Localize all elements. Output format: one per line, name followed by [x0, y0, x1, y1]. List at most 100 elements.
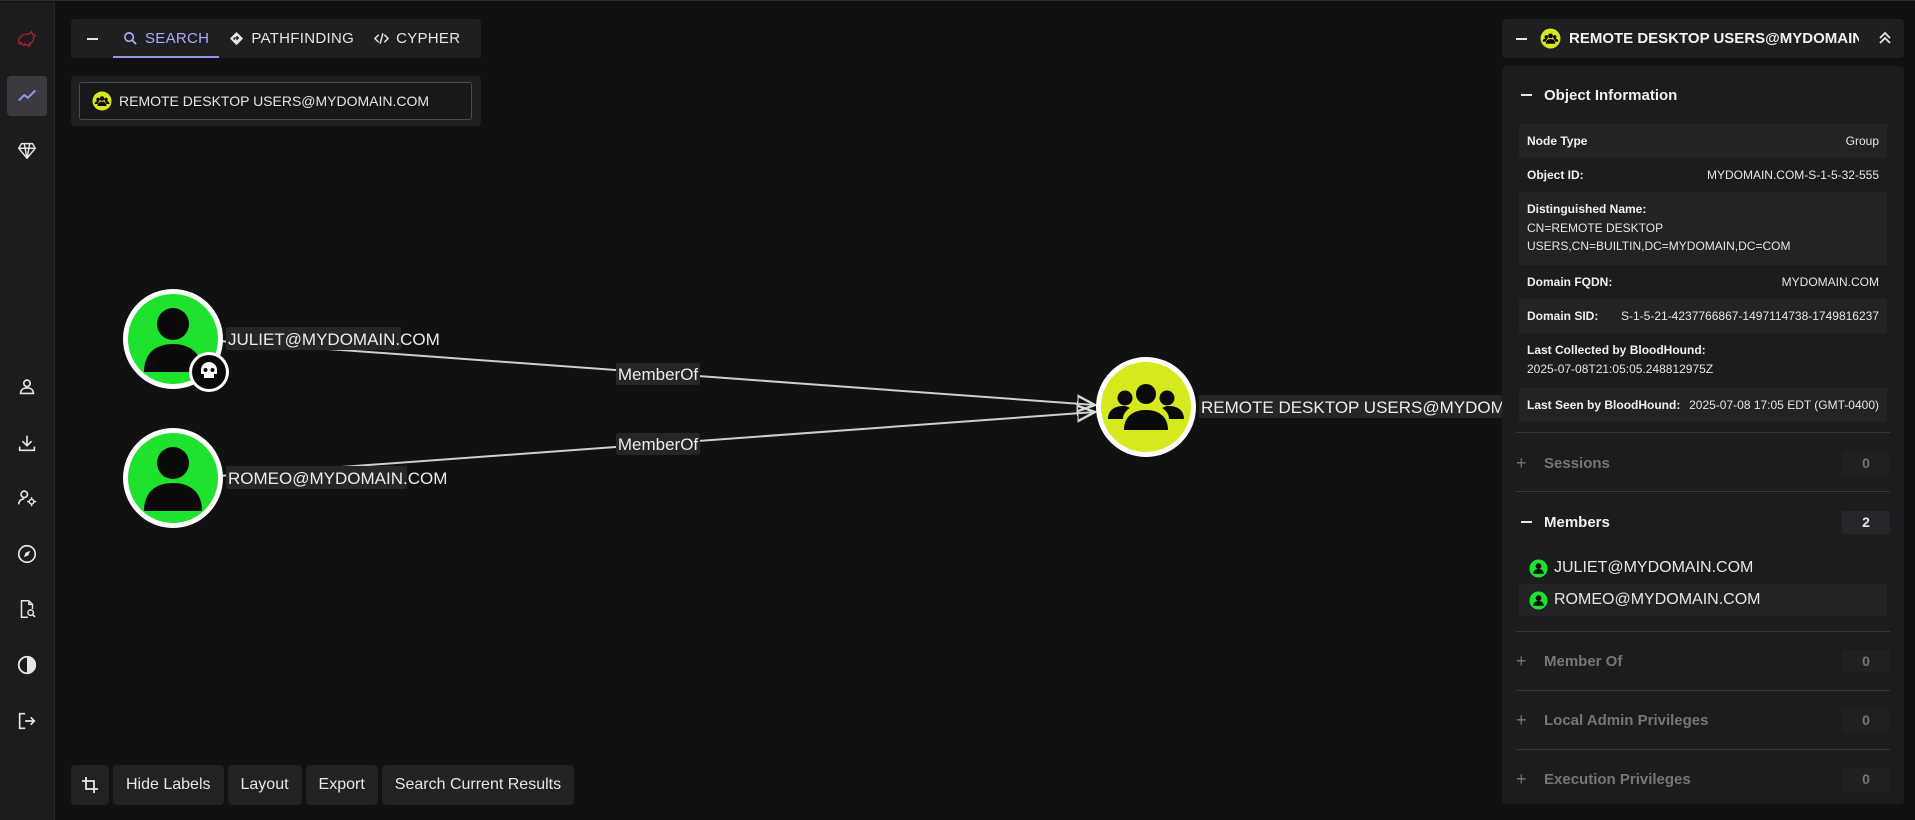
list-item[interactable]: ROMEO@MYDOMAIN.COM	[1519, 584, 1887, 616]
node-label: JULIET@MYDOMAIN.COM	[228, 330, 440, 349]
property-key: Node Type	[1527, 134, 1588, 148]
graph-node-group[interactable]: REMOTE DESKTOP USERS@MYDOMAIN.COM	[1096, 357, 1506, 457]
divider	[1516, 631, 1890, 632]
section-title: Member Of	[1544, 652, 1623, 670]
chevrons-up-icon[interactable]	[1876, 29, 1894, 47]
gem-icon[interactable]	[7, 131, 47, 171]
collapse-icon	[1516, 521, 1544, 523]
user-settings-icon[interactable]	[7, 478, 47, 518]
section-count: 2	[1842, 510, 1890, 534]
property-row: Object ID: MYDOMAIN.COM-S-1-5-32-555	[1519, 158, 1887, 192]
collapse-icon	[1516, 94, 1544, 96]
property-key: Last Seen by BloodHound:	[1527, 398, 1681, 412]
section-count: 0	[1842, 767, 1890, 791]
left-navigation	[0, 2, 55, 820]
property-row: Domain FQDN: MYDOMAIN.COM	[1519, 265, 1887, 299]
member-name: ROMEO@MYDOMAIN.COM	[1554, 591, 1761, 608]
expand-icon: +	[1516, 709, 1527, 730]
edge-label: MemberOf	[618, 365, 699, 384]
section-title: Object Information	[1544, 86, 1678, 104]
section-count: 0	[1842, 649, 1890, 673]
search-input[interactable]: REMOTE DESKTOP USERS@MYDOMAIN.COM	[79, 82, 472, 120]
layout-button[interactable]: Layout	[227, 765, 302, 805]
search-icon	[124, 32, 137, 45]
hide-labels-button[interactable]: Hide Labels	[113, 765, 224, 805]
tab-cypher[interactable]: CYPHER	[364, 19, 470, 58]
section-object-information[interactable]: Object Information	[1516, 75, 1890, 115]
tab-label: PATHFINDING	[251, 30, 355, 47]
property-value: 2025-07-08T21:05:05.248812975Z	[1527, 362, 1714, 376]
property-value: CN=REMOTE DESKTOP USERS,CN=BUILTIN,DC=MY…	[1527, 221, 1791, 253]
divider	[1516, 690, 1890, 691]
expand-icon: +	[1516, 768, 1527, 789]
collapse-search-button[interactable]	[71, 19, 113, 58]
divider	[1516, 491, 1890, 492]
group-node-icon	[1540, 28, 1561, 49]
explore-graph-icon[interactable]	[7, 76, 47, 116]
section-title: Sessions	[1544, 454, 1610, 472]
expand-icon: +	[1516, 650, 1527, 671]
search-query-text: REMOTE DESKTOP USERS@MYDOMAIN.COM	[119, 93, 430, 109]
export-button[interactable]: Export	[305, 765, 378, 805]
search-panel: REMOTE DESKTOP USERS@MYDOMAIN.COM	[71, 76, 481, 126]
divider	[1516, 749, 1890, 750]
pathfinding-icon	[230, 31, 244, 46]
property-key: Domain SID:	[1527, 309, 1599, 323]
property-key: Last Collected by BloodHound:	[1527, 343, 1706, 357]
entity-panel-header: REMOTE DESKTOP USERS@MYDOMAIN....	[1502, 19, 1904, 58]
user-node-icon	[1529, 558, 1548, 578]
property-value: S-1-5-21-4237766867-1497114738-174981623…	[1621, 309, 1879, 323]
tab-label: SEARCH	[145, 30, 210, 47]
property-row: Domain SID: S-1-5-21-4237766867-14971147…	[1519, 299, 1887, 333]
section-members[interactable]: Members 2	[1516, 502, 1890, 542]
node-label: REMOTE DESKTOP USERS@MYDOMAIN.COM	[1201, 398, 1506, 417]
bloodhound-logo-icon[interactable]	[7, 18, 47, 58]
property-value: Group	[1845, 134, 1879, 148]
entity-panel: Object Information Node Type Group Objec…	[1502, 66, 1904, 804]
tab-label: CYPHER	[396, 30, 461, 47]
property-value: 2025-07-08 17:05 EDT (GMT-0400)	[1689, 398, 1879, 412]
logout-icon[interactable]	[7, 701, 47, 741]
member-name: JULIET@MYDOMAIN.COM	[1554, 559, 1754, 576]
code-icon	[374, 33, 390, 44]
search-current-results-button[interactable]: Search Current Results	[381, 765, 575, 805]
section-count: 0	[1842, 708, 1890, 732]
graph-node-user[interactable]: JULIET@MYDOMAIN.COM	[123, 289, 440, 392]
graph-node-user[interactable]: ROMEO@MYDOMAIN.COM	[123, 428, 447, 528]
graph-toolbar: Hide Labels Layout Export Search Current…	[71, 765, 575, 805]
property-row: Distinguished Name: CN=REMOTE DESKTOP US…	[1519, 192, 1887, 265]
divider	[1516, 432, 1890, 433]
entity-title: REMOTE DESKTOP USERS@MYDOMAIN....	[1569, 30, 1859, 47]
user-node-icon	[1529, 590, 1548, 610]
property-value: MYDOMAIN.COM-S-1-5-32-555	[1706, 168, 1879, 182]
list-item[interactable]: JULIET@MYDOMAIN.COM	[1519, 552, 1887, 584]
user-icon[interactable]	[7, 367, 47, 407]
edge-label: MemberOf	[618, 435, 699, 454]
expand-icon: +	[1516, 452, 1527, 473]
tab-search[interactable]: SEARCH	[113, 19, 220, 58]
section-execution-privileges[interactable]: + Execution Privileges 0	[1516, 759, 1890, 799]
property-key: Distinguished Name:	[1527, 202, 1647, 216]
section-sessions[interactable]: + Sessions 0	[1516, 443, 1890, 483]
crop-button[interactable]	[71, 765, 109, 805]
group-node-icon	[92, 91, 112, 111]
tab-pathfinding[interactable]: PATHFINDING	[219, 19, 364, 58]
property-key: Domain FQDN:	[1527, 275, 1613, 289]
compass-icon[interactable]	[7, 534, 47, 574]
collapse-entity-panel-button[interactable]	[1502, 19, 1540, 58]
search-panel-tabs: SEARCH PATHFINDING CYPHER	[71, 19, 481, 58]
section-member-of[interactable]: + Member Of 0	[1516, 641, 1890, 681]
theme-toggle-icon[interactable]	[7, 645, 47, 685]
node-label: ROMEO@MYDOMAIN.COM	[228, 469, 447, 488]
property-row: Node Type Group	[1519, 124, 1887, 158]
crop-icon	[82, 777, 98, 793]
section-title: Members	[1544, 513, 1610, 531]
download-icon[interactable]	[7, 423, 47, 463]
section-title: Local Admin Privileges	[1544, 711, 1709, 729]
document-search-icon[interactable]	[7, 589, 47, 629]
property-row: Last Seen by BloodHound: 2025-07-08 17:0…	[1519, 388, 1887, 422]
section-title: Execution Privileges	[1544, 770, 1691, 788]
section-local-admin-privileges[interactable]: + Local Admin Privileges 0	[1516, 700, 1890, 740]
property-value: MYDOMAIN.COM	[1781, 275, 1879, 289]
skull-icon	[189, 352, 229, 392]
